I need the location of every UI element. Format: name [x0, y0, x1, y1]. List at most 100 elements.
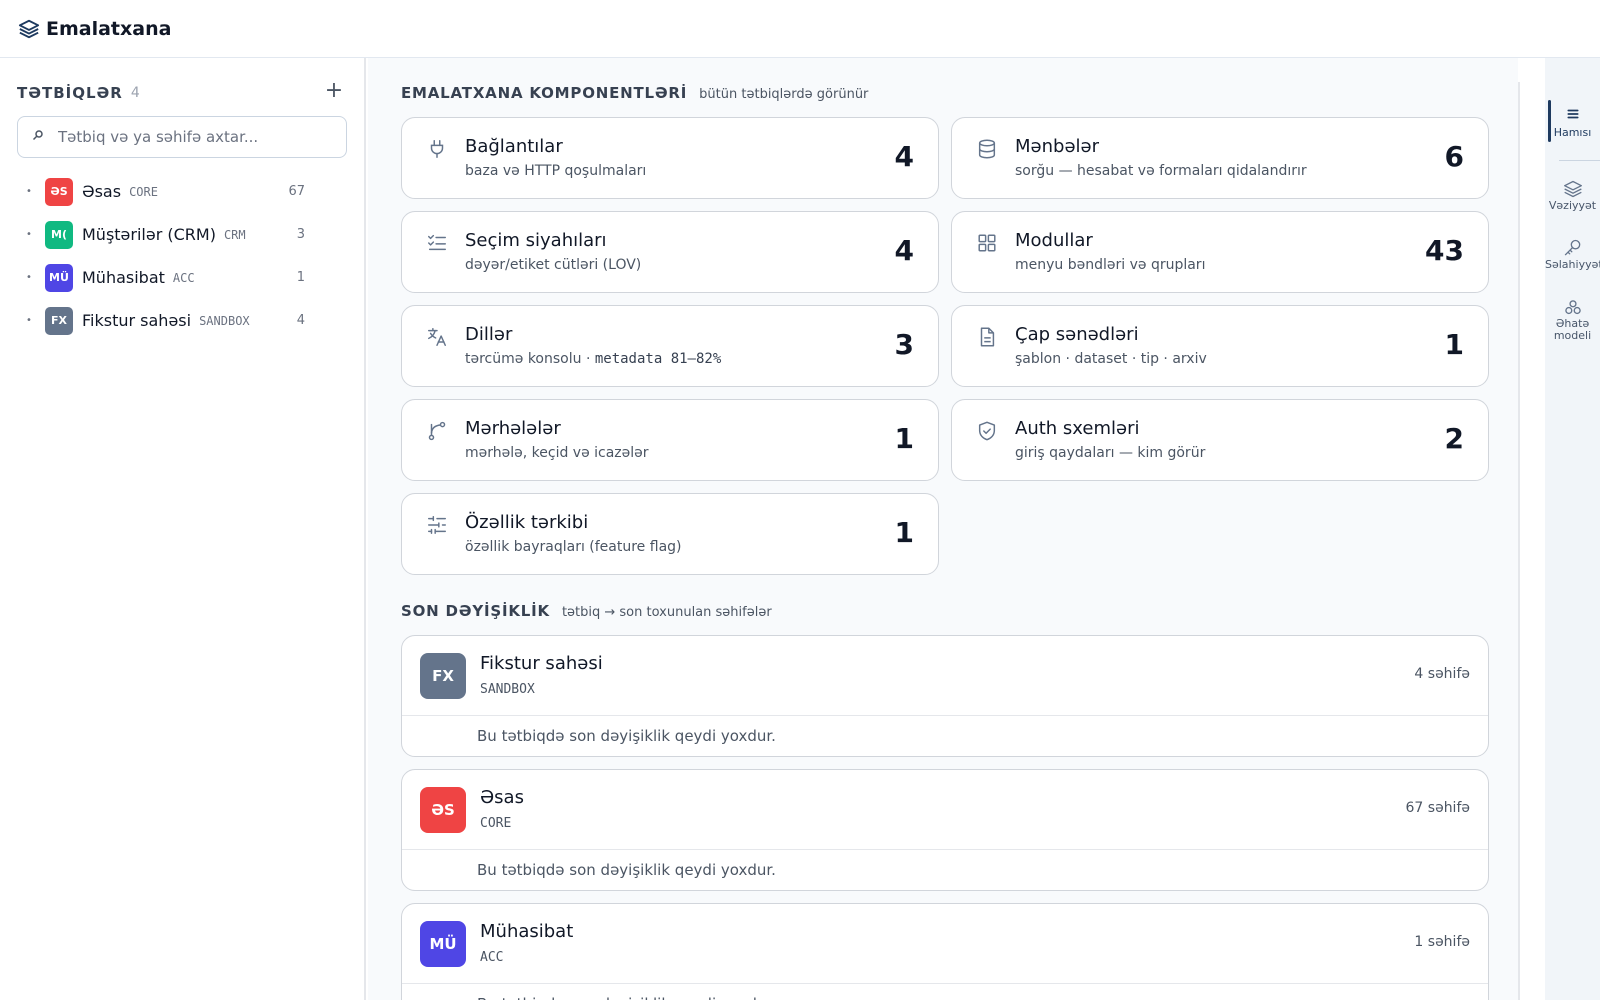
plug-icon [426, 138, 448, 160]
card-title: Özəllik tərkibi [465, 512, 589, 533]
card-modules[interactable]: Modullar menyu bəndləri və qrupları 43 [951, 211, 1489, 293]
bullet-icon: • [26, 272, 32, 283]
database-icon [976, 138, 998, 160]
sidebar-app-count: 4 [130, 85, 140, 101]
card-subtitle: baza və HTTP qoşulmaları [465, 163, 647, 179]
app-page-count: 1 [296, 270, 305, 285]
components-header: EMALATXANA KOMPONENTLƏRİ bütün tətbiqlər… [401, 84, 868, 102]
recent-page-count: 4 səhifə [1414, 666, 1470, 682]
document-icon [976, 326, 998, 348]
app-item-crm[interactable]: • M( Müştərilər (CRM) CRM 3 [17, 213, 347, 256]
card-connections[interactable]: Bağlantılar baza və HTTP qoşulmaları 4 [401, 117, 939, 199]
app-code: SANDBOX [199, 313, 250, 328]
sidebar-header: TƏTBİQLƏR 4 + [17, 78, 347, 106]
app-name: Əsas [82, 182, 122, 201]
recent-app-code: CORE [480, 816, 512, 831]
grid-icon [976, 232, 998, 254]
card-title: Auth sxemləri [1015, 418, 1140, 439]
card-lists[interactable]: Seçim siyahıları dəyər/etiket cütləri (L… [401, 211, 939, 293]
app-code: CORE [129, 184, 158, 199]
layers-logo-icon [18, 18, 40, 40]
main-content: EMALATXANA KOMPONENTLƏRİ bütün tətbiqlər… [368, 58, 1518, 1000]
rail-filter-all[interactable]: Hamısı [1545, 106, 1600, 139]
card-title: Mərhələlər [465, 418, 561, 439]
card-subtitle: dəyər/etiket cütləri (LOV) [465, 257, 642, 273]
card-subtitle: giriş qaydaları — kim görür [1015, 445, 1206, 461]
app-badge: FX [45, 306, 73, 335]
key-icon [1545, 238, 1600, 258]
recent-app-sandbox: FX Fikstur sahəsi SANDBOX 4 səhifə Bu tə… [401, 635, 1489, 757]
recent-app-header[interactable]: FX Fikstur sahəsi SANDBOX 4 səhifə [402, 636, 1488, 716]
app-badge: MÜ [45, 263, 73, 292]
app-badge: MÜ [420, 921, 466, 967]
app-page-count: 67 [288, 184, 305, 199]
card-title: Seçim siyahıları [465, 230, 607, 251]
card-count: 3 [894, 328, 914, 361]
workflow-icon [426, 420, 448, 442]
bullet-icon: • [26, 186, 32, 197]
card-title: Mənbələr [1015, 136, 1099, 157]
card-subtitle: sorğu — hesabat və formaları qidalandırı… [1015, 163, 1307, 179]
recent-empty-note: Bu tətbiqdə son dəyişiklik qeydi yoxdur. [477, 727, 776, 745]
card-stages[interactable]: Mərhələlər mərhələ, keçid və icazələr 1 [401, 399, 939, 481]
card-subtitle: menyu bəndləri və qrupları [1015, 257, 1206, 273]
recent-title: SON DƏYİŞİKLİK [401, 602, 550, 620]
card-subtitle: özəllik bayraqları (feature flag) [465, 539, 682, 555]
app-badge: ƏS [420, 787, 466, 833]
recent-empty-note: Bu tətbiqdə son dəyişiklik qeydi yoxdur. [477, 861, 776, 879]
add-app-button[interactable]: + [321, 78, 347, 104]
card-languages[interactable]: Dillər tərcümə konsolu · metadata 81–82%… [401, 305, 939, 387]
rail-label: Səlahiyyət [1545, 258, 1600, 271]
rail-divider [1518, 82, 1520, 1000]
recent-app-core: ƏS Əsas CORE 67 səhifə Bu tətbiqdə son d… [401, 769, 1489, 891]
components-title: EMALATXANA KOMPONENTLƏRİ [401, 84, 688, 102]
card-title: Modullar [1015, 230, 1093, 251]
card-feature-flags[interactable]: Özəllik tərkibi özəllik bayraqları (feat… [401, 493, 939, 575]
metadata-coverage: metadata 81–82% [594, 351, 722, 367]
card-print-docs[interactable]: Çap sənədləri şablon · dataset · tip · a… [951, 305, 1489, 387]
app-item-acc[interactable]: • MÜ Mühasibat ACC 1 [17, 256, 347, 299]
app-item-sandbox[interactable]: • FX Fikstur sahəsi SANDBOX 4 [17, 299, 347, 342]
card-title: Dillər [465, 324, 513, 345]
card-count: 2 [1444, 422, 1464, 455]
rail-label: Hamısı [1553, 126, 1592, 139]
app-page-count: 3 [296, 227, 305, 242]
card-subtitle: şablon · dataset · tip · arxiv [1015, 351, 1207, 367]
recent-app-name: Əsas [480, 787, 524, 808]
rail-filter-permission[interactable]: Səlahiyyət [1545, 238, 1600, 271]
card-subtitle-text: tərcümə konsolu · [465, 351, 595, 367]
app-page-count: 4 [296, 313, 305, 328]
sidebar: TƏTBİQLƏR 4 + • ƏS Əsas CORE 67 • M( Müş… [0, 58, 366, 1000]
recent-app-header[interactable]: ƏS Əsas CORE 67 səhifə [402, 770, 1488, 850]
card-sources[interactable]: Mənbələr sorğu — hesabat və formaları qi… [951, 117, 1489, 199]
rail-active-indicator [1548, 100, 1551, 142]
search-icon [32, 129, 46, 145]
search-input[interactable] [58, 128, 328, 146]
card-count: 43 [1425, 234, 1464, 267]
recent-app-code: ACC [480, 950, 504, 965]
card-auth-schemes[interactable]: Auth sxemləri giriş qaydaları — kim görü… [951, 399, 1489, 481]
top-bar: Emalatxana [0, 0, 1600, 58]
card-count: 1 [1444, 328, 1464, 361]
card-subtitle: tərcümə konsolu · metadata 81–82% [465, 351, 721, 367]
search-box [17, 116, 347, 158]
rail-filter-status[interactable]: Vəziyyət [1545, 179, 1600, 212]
app-badge: FX [420, 653, 466, 699]
rail-label: Vəziyyət [1548, 199, 1597, 212]
bullet-icon: • [26, 229, 32, 240]
recent-app-header[interactable]: MÜ Mühasibat ACC 1 səhifə [402, 904, 1488, 984]
shield-check-icon [976, 420, 998, 442]
card-count: 1 [894, 422, 914, 455]
card-count: 6 [1444, 140, 1464, 173]
sliders-icon [426, 514, 448, 536]
rail-label: Əhatə modeli [1553, 317, 1592, 342]
card-subtitle: mərhələ, keçid və icazələr [465, 445, 649, 461]
recent-app-name: Mühasibat [480, 921, 574, 942]
app-name: Mühasibat [82, 268, 165, 287]
app-name: Fikstur sahəsi [82, 311, 192, 330]
card-count: 4 [894, 140, 914, 173]
recent-empty-note: Bu tətbiqdə son dəyişiklik qeydi yoxdur. [402, 984, 1488, 1000]
layers-icon [1545, 179, 1600, 199]
app-item-core[interactable]: • ƏS Əsas CORE 67 [17, 170, 347, 213]
rail-filter-scope-model[interactable]: Əhatə modeli [1545, 298, 1600, 342]
